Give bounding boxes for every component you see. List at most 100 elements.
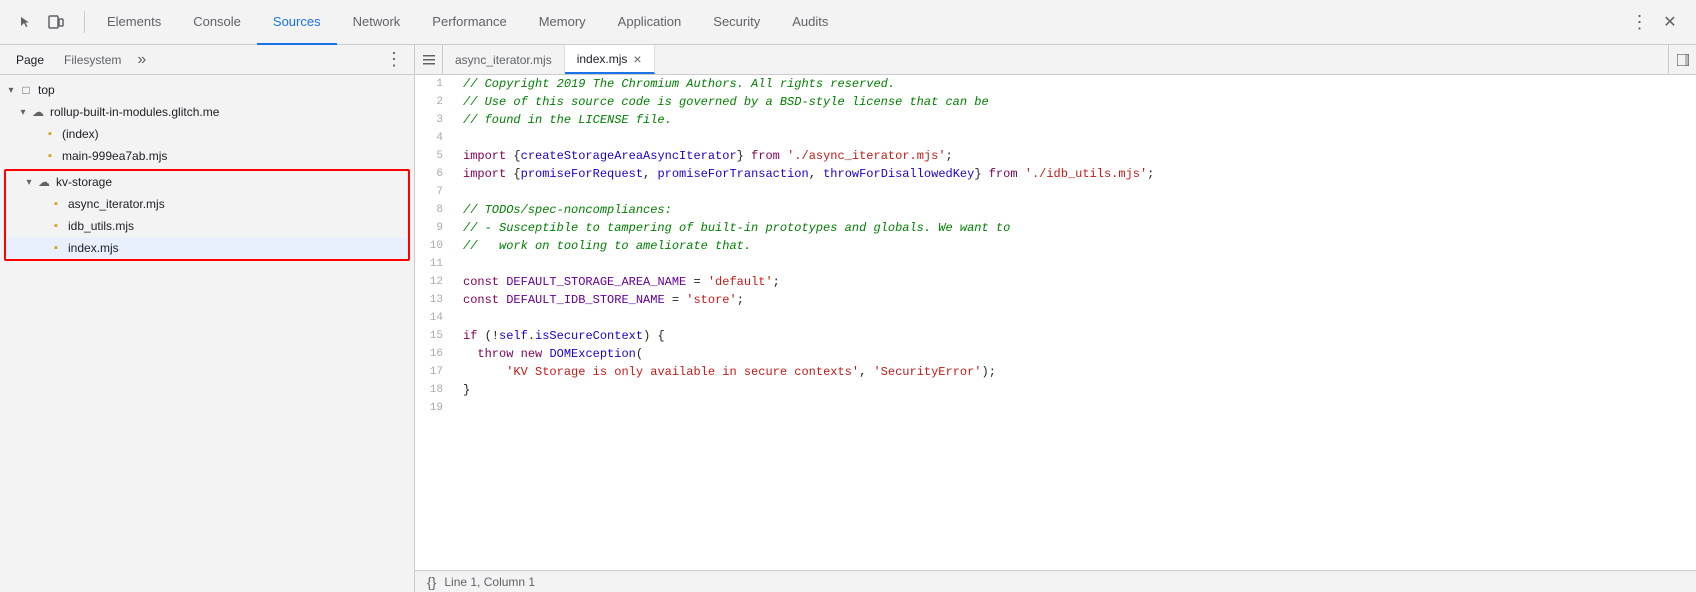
line-number-2: 2	[415, 93, 455, 111]
tree-arrow-idb	[34, 219, 48, 233]
line-number-17: 17	[415, 363, 455, 381]
line-code-7	[455, 183, 1696, 201]
line-number-10: 10	[415, 237, 455, 255]
sidebar-toggle-btn[interactable]	[415, 45, 443, 74]
sidebar-tabs-bar: Page Filesystem » ⋮	[0, 45, 414, 75]
code-line-5: 5import {createStorageAreaAsyncIterator}…	[415, 147, 1696, 165]
line-code-14	[455, 309, 1696, 327]
tab-network[interactable]: Network	[337, 0, 417, 45]
tree-item-async-iter[interactable]: ▪ async_iterator.mjs	[6, 193, 408, 215]
sidebar: Page Filesystem » ⋮ □ top ☁ rollup-built…	[0, 45, 415, 592]
code-line-11: 11	[415, 255, 1696, 273]
sidebar-tab-filesystem[interactable]: Filesystem	[56, 46, 129, 74]
line-code-11	[455, 255, 1696, 273]
code-tab-close-btn[interactable]: ×	[633, 52, 641, 66]
line-number-15: 15	[415, 327, 455, 345]
line-number-7: 7	[415, 183, 455, 201]
code-line-6: 6import {promiseForRequest, promiseForTr…	[415, 165, 1696, 183]
sidebar-kebab-menu[interactable]: ⋮	[382, 49, 406, 70]
tree-arrow-index	[28, 127, 42, 141]
tree-item-index[interactable]: ▪ (index)	[0, 123, 414, 145]
line-code-5: import {createStorageAreaAsyncIterator} …	[455, 147, 1696, 165]
tree-item-top[interactable]: □ top	[0, 79, 414, 101]
tree-arrow-index-mjs	[34, 241, 48, 255]
tree-label-top: top	[38, 83, 55, 97]
sidebar-file-tree: □ top ☁ rollup-built-in-modules.glitch.m…	[0, 75, 414, 592]
kv-storage-group: ◀ ☁ kv-storage ▪ async_iterator.mjs ▪	[4, 169, 410, 261]
code-line-10: 10// work on tooling to ameliorate that.	[415, 237, 1696, 255]
line-number-18: 18	[415, 381, 455, 399]
code-line-1: 1// Copyright 2019 The Chromium Authors.…	[415, 75, 1696, 93]
dock-right-btn[interactable]	[1668, 45, 1696, 74]
tree-label-kv: kv-storage	[56, 175, 112, 189]
tree-arrow-kv	[22, 175, 36, 189]
line-number-4: 4	[415, 129, 455, 147]
tree-item-host[interactable]: ☁ rollup-built-in-modules.glitch.me	[0, 101, 414, 123]
code-editor[interactable]: 1// Copyright 2019 The Chromium Authors.…	[415, 75, 1696, 570]
tab-security[interactable]: Security	[697, 0, 776, 45]
code-tab-async-iter-label: async_iterator.mjs	[455, 53, 552, 67]
code-line-13: 13const DEFAULT_IDB_STORE_NAME = 'store'…	[415, 291, 1696, 309]
close-devtools-icon[interactable]: ✕	[1656, 8, 1684, 36]
line-number-1: 1	[415, 75, 455, 93]
code-line-15: 15if (!self.isSecureContext) {	[415, 327, 1696, 345]
line-number-19: 19	[415, 399, 455, 417]
line-number-11: 11	[415, 255, 455, 273]
pretty-print-icon[interactable]: {}	[427, 574, 436, 590]
line-code-8: // TODOs/spec-noncompliances:	[455, 201, 1696, 219]
tree-item-main[interactable]: ▪ main-999ea7ab.mjs	[0, 145, 414, 167]
code-line-19: 19	[415, 399, 1696, 417]
tree-item-kv-storage[interactable]: ☁ kv-storage	[6, 171, 408, 193]
line-code-18: }	[455, 381, 1696, 399]
toolbar-divider-1	[84, 11, 85, 33]
code-line-2: 2// Use of this source code is governed …	[415, 93, 1696, 111]
tab-application[interactable]: Application	[602, 0, 698, 45]
tab-memory[interactable]: Memory	[523, 0, 602, 45]
line-code-6: import {promiseForRequest, promiseForTra…	[455, 165, 1696, 183]
tree-arrow-async-iter	[34, 197, 48, 211]
code-line-18: 18}	[415, 381, 1696, 399]
more-options-icon[interactable]: ⋮	[1626, 8, 1654, 36]
tree-label-host: rollup-built-in-modules.glitch.me	[50, 105, 219, 119]
tree-item-index-mjs[interactable]: ▪ index.mjs	[6, 237, 408, 259]
code-line-8: 8// TODOs/spec-noncompliances:	[415, 201, 1696, 219]
tab-console[interactable]: Console	[177, 0, 257, 45]
tab-sources[interactable]: Sources	[257, 0, 337, 45]
sidebar-tab-page[interactable]: Page	[8, 46, 52, 74]
tab-elements[interactable]: Elements	[91, 0, 177, 45]
sidebar-more-tabs[interactable]: »	[137, 51, 146, 69]
tree-item-idb[interactable]: ▪ idb_utils.mjs	[6, 215, 408, 237]
cloud-icon-kv: ☁	[36, 174, 52, 190]
code-tab-index-mjs[interactable]: index.mjs ×	[565, 45, 655, 74]
tree-label-idb: idb_utils.mjs	[68, 219, 134, 233]
cloud-icon-host: ☁	[30, 104, 46, 120]
line-number-16: 16	[415, 345, 455, 363]
code-line-7: 7	[415, 183, 1696, 201]
tree-arrow-host	[16, 105, 30, 119]
code-tab-index-mjs-label: index.mjs	[577, 52, 628, 66]
tab-audits[interactable]: Audits	[776, 0, 844, 45]
tree-arrow-top	[4, 83, 18, 97]
line-code-17: 'KV Storage is only available in secure …	[455, 363, 1696, 381]
file-icon-async-iter: ▪	[48, 196, 64, 212]
line-number-8: 8	[415, 201, 455, 219]
line-number-14: 14	[415, 309, 455, 327]
code-line-4: 4	[415, 129, 1696, 147]
line-code-15: if (!self.isSecureContext) {	[455, 327, 1696, 345]
line-number-6: 6	[415, 165, 455, 183]
code-table: 1// Copyright 2019 The Chromium Authors.…	[415, 75, 1696, 417]
code-line-16: 16 throw new DOMException(	[415, 345, 1696, 363]
code-tab-async-iter[interactable]: async_iterator.mjs	[443, 45, 565, 74]
line-code-12: const DEFAULT_STORAGE_AREA_NAME = 'defau…	[455, 273, 1696, 291]
cursor-icon[interactable]	[12, 8, 40, 36]
line-code-9: // - Susceptible to tampering of built-i…	[455, 219, 1696, 237]
line-code-4	[455, 129, 1696, 147]
code-tabs-bar: async_iterator.mjs index.mjs ×	[415, 45, 1696, 75]
line-code-10: // work on tooling to ameliorate that.	[455, 237, 1696, 255]
line-number-12: 12	[415, 273, 455, 291]
folder-icon-top: □	[18, 82, 34, 98]
tab-performance[interactable]: Performance	[416, 0, 522, 45]
code-line-14: 14	[415, 309, 1696, 327]
device-toggle-icon[interactable]	[42, 8, 70, 36]
tree-label-main: main-999ea7ab.mjs	[62, 149, 167, 163]
